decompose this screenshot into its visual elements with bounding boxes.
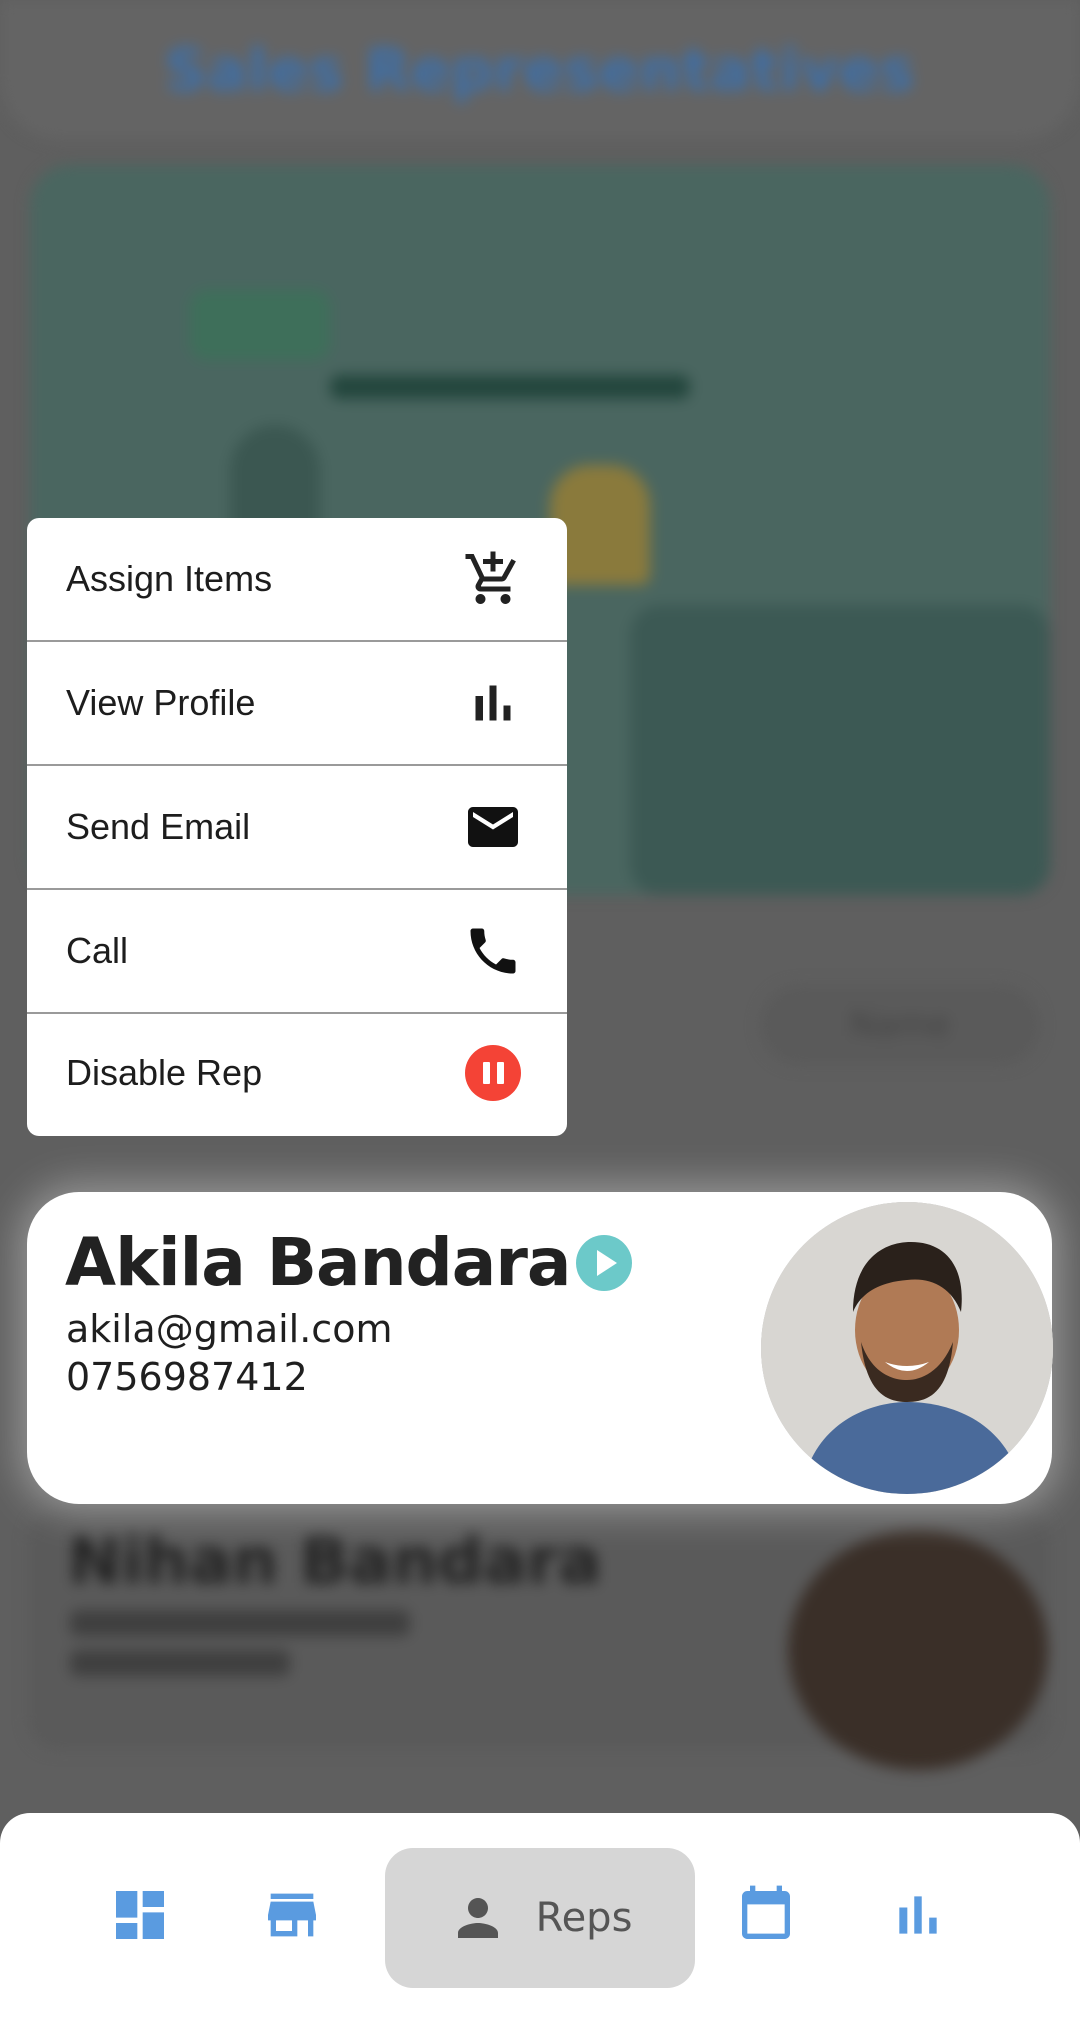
rep-email-placeholder <box>70 1610 410 1636</box>
mail-icon <box>463 797 523 857</box>
nav-analytics[interactable] <box>878 1813 958 2017</box>
rep-card: Nihan Bandara <box>28 1510 1050 1770</box>
menu-item-assign-items[interactable]: Assign Items <box>27 518 567 642</box>
sort-filter-dropdown: Name <box>760 985 1040 1065</box>
sort-filter-label: Name <box>849 1005 951 1045</box>
menu-item-label: View Profile <box>66 682 256 723</box>
calendar-icon <box>742 1885 790 1939</box>
menu-item-label: Assign Items <box>66 558 273 599</box>
dashboard-icon <box>116 1891 164 1939</box>
pause-circle-icon <box>463 1043 523 1103</box>
play-circle-icon <box>576 1234 633 1291</box>
store-icon <box>268 1893 316 1937</box>
menu-item-call[interactable]: Call <box>27 890 567 1014</box>
add-shopping-cart-icon <box>463 549 523 609</box>
nav-store[interactable] <box>252 1813 332 2017</box>
rep-phone: 0756987412 <box>66 1355 308 1399</box>
rep-name: Akila Bandara <box>65 1224 571 1301</box>
nav-reps-label: Reps <box>535 1895 633 1941</box>
person-icon <box>457 1898 498 1938</box>
nav-calendar[interactable] <box>726 1813 806 2017</box>
rep-context-menu: Assign Items View Profile Send Email Cal… <box>27 518 567 1136</box>
illustration-shape <box>190 290 330 360</box>
nav-reps[interactable]: Reps <box>385 1848 695 1988</box>
bar-chart-icon <box>463 673 523 733</box>
bottom-nav: Reps <box>0 1813 1080 2017</box>
rep-email: akila@gmail.com <box>66 1307 393 1351</box>
rep-name: Nihan Bandara <box>68 1525 602 1599</box>
menu-item-send-email[interactable]: Send Email <box>27 766 567 890</box>
menu-item-view-profile[interactable]: View Profile <box>27 642 567 766</box>
illustration-shape <box>630 605 1050 895</box>
page-title: Sales Representatives <box>164 36 916 104</box>
phone-icon <box>463 921 523 981</box>
nav-dashboard[interactable] <box>100 1813 180 2017</box>
app-header: Sales Representatives <box>0 0 1080 140</box>
rep-card-selected[interactable]: Akila Bandara akila@gmail.com 0756987412 <box>27 1192 1053 1504</box>
rep-name-row: Akila Bandara <box>65 1224 633 1301</box>
bar-chart-icon <box>899 1896 937 1934</box>
menu-item-label: Send Email <box>66 806 251 847</box>
menu-item-disable-rep[interactable]: Disable Rep <box>27 1014 567 1132</box>
menu-item-label: Disable Rep <box>66 1052 263 1093</box>
menu-item-label: Call <box>66 930 129 971</box>
rep-avatar <box>761 1202 1053 1494</box>
rep-phone-placeholder <box>70 1650 290 1676</box>
illustration-shape <box>330 375 690 399</box>
rep-avatar <box>788 1530 1048 1770</box>
